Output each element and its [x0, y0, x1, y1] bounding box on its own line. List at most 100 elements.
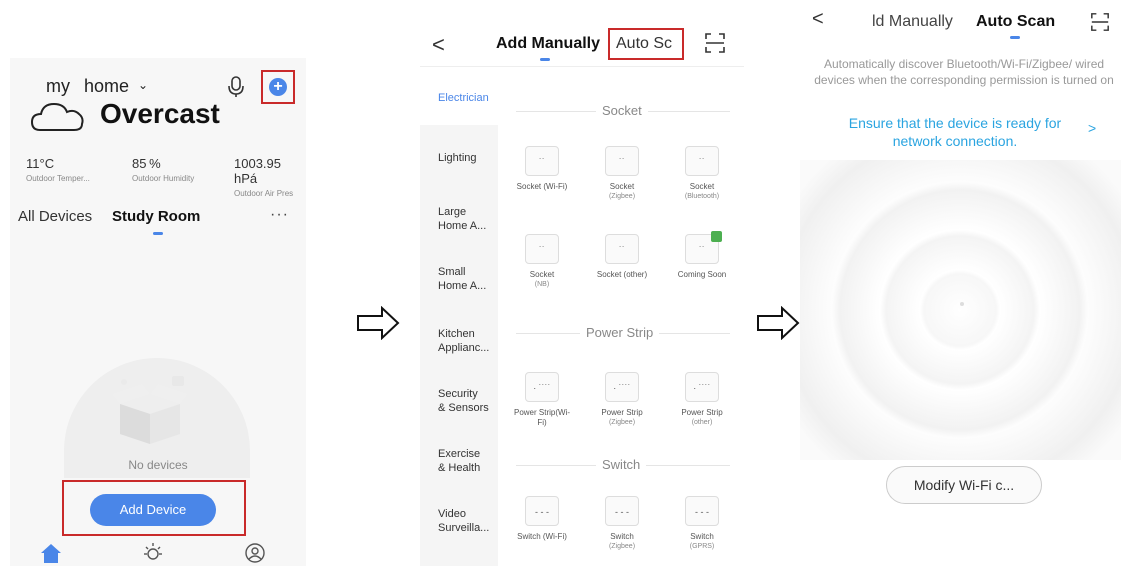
device-sublabel: (other) [691, 419, 713, 426]
device-socket-zigbee[interactable]: ˙˙ Socket (Zigbee) [592, 146, 652, 201]
device-sublabel: (NB) [534, 281, 550, 288]
stat-value: 11°C [26, 156, 55, 171]
active-tab-indicator [1010, 36, 1020, 39]
category-small-home[interactable]: Small Home A... [438, 265, 486, 293]
stat-value: 85 % [132, 156, 161, 171]
add-device-button[interactable]: Add Device [90, 494, 216, 526]
profile-nav-icon[interactable] [244, 542, 266, 564]
tab-auto-scan[interactable]: Auto Scan [976, 13, 1055, 31]
category-large-home[interactable]: Large Home A... [438, 205, 486, 233]
device-sublabel: (Bluetooth) [684, 193, 720, 200]
step-arrow-icon [757, 306, 800, 340]
category-kitchen[interactable]: Kitchen Applianc... [438, 327, 489, 355]
home-nav-icon[interactable] [40, 542, 62, 564]
device-power-strip-other[interactable]: · ˙˙˙˙ Power Strip (other) [672, 372, 732, 427]
tab-add-manually[interactable]: Add Manually [496, 35, 600, 53]
switch-icon: - - - [525, 496, 559, 526]
device-label: Coming Soon [677, 270, 727, 279]
device-label: Socket (Wi-Fi) [516, 182, 568, 191]
stat-temperature: 11°C Outdoor Temper... [26, 156, 90, 183]
auto-scan-panel: < ld Manually Auto Scan Automatically di… [800, 0, 1121, 566]
stat-label: Outdoor Temper... [26, 174, 90, 183]
stat-air-pressure: 1003.95 hPá Outdoor Air Pres [234, 156, 306, 198]
section-title-switch: Switch [596, 457, 647, 472]
device-sublabel: (GPRS) [689, 543, 715, 550]
tab-all-devices[interactable]: All Devices [18, 208, 92, 225]
device-label: Power Strip [681, 408, 723, 417]
section-title-socket: Socket [596, 103, 648, 118]
socket-icon: ˙˙ [525, 146, 559, 176]
chevron-down-icon[interactable]: ⌄ [138, 78, 148, 92]
active-tab-indicator [153, 232, 163, 235]
power-strip-icon: · ˙˙˙˙ [525, 372, 559, 402]
device-switch-zigbee[interactable]: - - - Switch (Zigbee) [592, 496, 652, 551]
device-socket-bluetooth[interactable]: ˙˙ Socket (Bluetooth) [672, 146, 732, 201]
device-label: Power Strip(Wi- [513, 408, 570, 417]
stat-humidity: 85 % Outdoor Humidity [132, 156, 194, 183]
cloud-icon [30, 102, 84, 131]
device-switch-wifi[interactable]: - - - Switch (Wi-Fi) [512, 496, 572, 542]
device-label: Socket [529, 270, 555, 279]
add-device-highlight-box: Add Device [62, 480, 246, 536]
switch-icon: - - - [685, 496, 719, 526]
category-electrician[interactable]: Electrician [438, 91, 489, 105]
device-label: Socket [609, 182, 635, 191]
empty-state-text: No devices [128, 458, 188, 472]
stat-label: Outdoor Humidity [132, 174, 195, 183]
category-video[interactable]: Video Surveilla... [438, 507, 489, 535]
modify-wifi-button[interactable]: Modify Wi-Fi c... [886, 466, 1042, 504]
category-lighting[interactable]: Lighting [438, 151, 477, 165]
socket-icon: ˙˙ [605, 234, 639, 264]
device-power-strip-zigbee[interactable]: · ˙˙˙˙ Power Strip (Zigbee) [592, 372, 652, 427]
new-badge-icon [711, 231, 722, 242]
home-selector[interactable]: home [84, 76, 129, 97]
section-title-power-strip: Power Strip [580, 325, 660, 340]
power-strip-icon: · ˙˙˙˙ [685, 372, 719, 402]
device-socket-nb[interactable]: ˙˙ Socket (NB) [512, 234, 572, 289]
back-chevron-icon[interactable]: < [812, 8, 824, 31]
add-highlight-box: + [261, 70, 295, 104]
back-chevron-icon[interactable]: < [432, 32, 445, 58]
switch-icon: - - - [605, 496, 639, 526]
device-switch-gprs[interactable]: - - - Switch (GPRS) [672, 496, 732, 551]
auto-scan-highlight-box: Auto Sc [608, 28, 684, 60]
microphone-icon[interactable] [228, 76, 244, 98]
device-power-strip-wifi[interactable]: · ˙˙˙˙ Power Strip(Wi- Fi) [512, 372, 572, 427]
category-exercise[interactable]: Exercise & Health [438, 447, 480, 475]
scan-radar-animation [800, 160, 1121, 460]
tab-add-manually[interactable]: ld Manually [872, 13, 953, 31]
device-label: Socket (other) [596, 270, 648, 279]
device-sublabel: (Zigbee) [608, 193, 636, 200]
power-strip-icon: · ˙˙˙˙ [605, 372, 639, 402]
tab-auto-scan[interactable]: Auto Sc [616, 35, 672, 53]
auto-scan-description: Automatically discover Bluetooth/Wi-Fi/Z… [814, 57, 1114, 87]
category-security[interactable]: Security & Sensors [438, 387, 489, 415]
device-socket-wifi[interactable]: ˙˙ Socket (Wi-Fi) [512, 146, 572, 192]
device-sublabel: (Zigbee) [608, 419, 636, 426]
socket-glyph: ˙˙ [699, 245, 705, 255]
radar-center-dot [960, 302, 964, 306]
socket-icon: ˙˙ [685, 231, 722, 264]
home-header: my home ⌄ + [10, 66, 306, 104]
add-manually-panel: < Add Manually Auto Sc Electrician Light… [420, 0, 744, 566]
ensure-ready-link[interactable]: Ensure that the device is ready for netw… [830, 114, 1080, 150]
add-device-plus-icon[interactable]: + [269, 78, 287, 96]
device-label: Socket [689, 182, 715, 191]
stat-label: Outdoor Air Pres [234, 189, 294, 198]
empty-box-icon [112, 376, 188, 444]
device-sublabel: Fi) [537, 418, 547, 427]
more-options-icon[interactable]: ··· [270, 206, 289, 224]
device-label: Switch (Wi-Fi) [517, 532, 567, 541]
tab-study-room[interactable]: Study Room [112, 208, 200, 225]
device-socket-other[interactable]: ˙˙ Socket (other) [592, 234, 652, 280]
scan-qr-icon[interactable] [704, 32, 726, 54]
active-tab-indicator [540, 58, 550, 61]
device-label: Switch [610, 532, 634, 541]
home-screen-panel: my home ⌄ + Overcast 11°C Outdoor Temper… [10, 58, 306, 566]
chevron-right-icon[interactable]: > [1088, 120, 1096, 136]
scene-sun-nav-icon[interactable] [142, 542, 164, 564]
scan-qr-icon[interactable] [1090, 12, 1110, 32]
socket-icon: ˙˙ [685, 146, 719, 176]
home-owner-label: my [46, 76, 70, 96]
category-sidebar: Electrician Lighting Large Home A... Sma… [420, 67, 498, 566]
